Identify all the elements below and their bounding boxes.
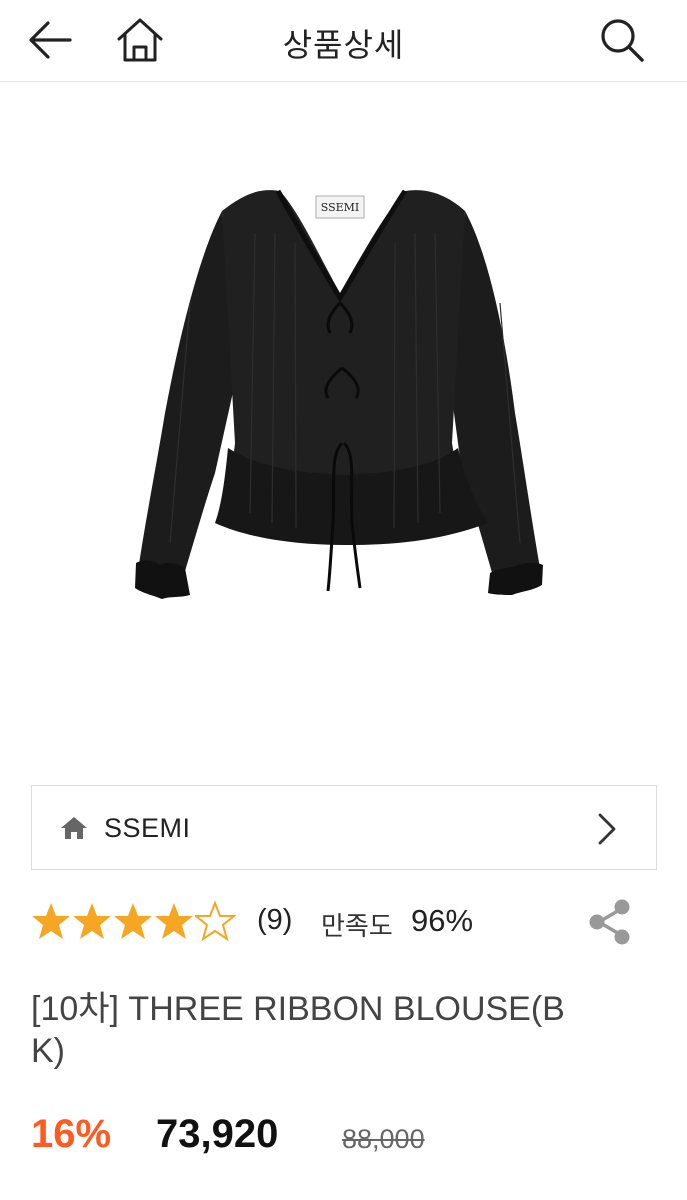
rating-row: (9) 만족도 96%	[31, 898, 657, 948]
share-button[interactable]	[583, 896, 635, 948]
star-filled-icon	[114, 903, 152, 939]
brand-shop-link[interactable]: SSEMI	[31, 785, 657, 870]
review-count[interactable]: (9)	[257, 904, 292, 937]
home-icon	[61, 817, 87, 839]
search-icon	[601, 19, 644, 62]
star-filled-icon	[32, 903, 70, 939]
search-button[interactable]	[594, 12, 650, 68]
satisfaction-label: 만족도	[321, 912, 393, 942]
satisfaction-value: 96%	[411, 903, 474, 938]
discount-rate: 16%	[31, 1112, 112, 1156]
sale-price: 73,920	[156, 1112, 279, 1156]
original-price: 88,000	[342, 1124, 425, 1154]
product-image[interactable]: SSEMI	[0, 83, 687, 763]
brand-tag-text: SSEMI	[321, 201, 360, 214]
star-filled-icon	[155, 903, 193, 939]
star-empty-icon	[195, 900, 236, 942]
star-filled-icon	[73, 903, 111, 939]
share-icon	[589, 899, 630, 945]
rating-stars[interactable]	[31, 898, 236, 944]
page-title: 상품상세	[282, 26, 405, 64]
brand-name: SSEMI	[104, 813, 191, 843]
chevron-right-icon	[598, 813, 616, 845]
blouse-image: SSEMI	[135, 189, 543, 599]
product-name: [10차] THREE RIBBON BLOUSE(BK)	[31, 990, 565, 1070]
top-app-bar: 상품상세	[0, 0, 687, 82]
